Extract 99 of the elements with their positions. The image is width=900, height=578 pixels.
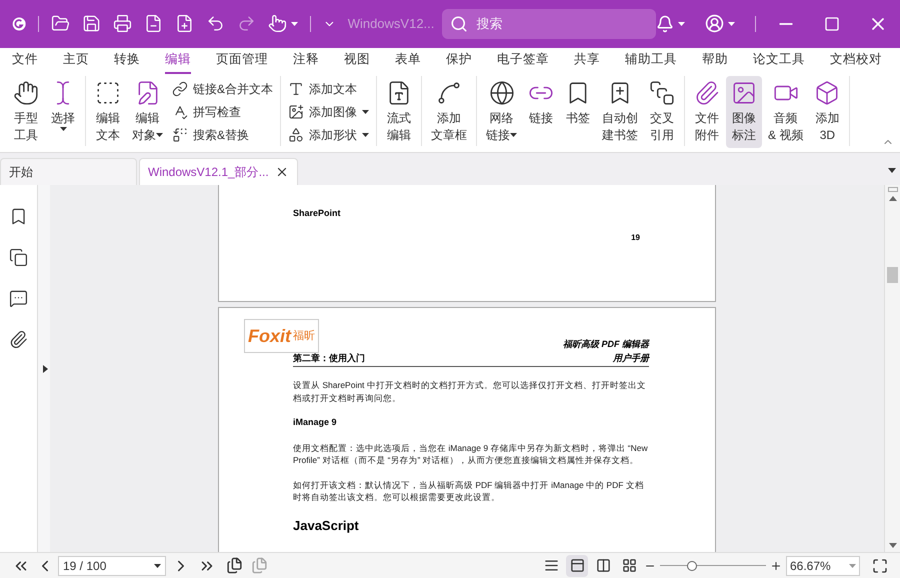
text-box-icon	[95, 80, 121, 106]
view-mode-button[interactable]	[566, 554, 588, 577]
shapes-icon	[288, 126, 304, 143]
menu-tab[interactable]: 辅助工具	[625, 48, 677, 74]
document-tab[interactable]: 开始	[0, 158, 137, 186]
single-page-icon	[544, 558, 558, 574]
ribbon-small-button[interactable]: 添加文本	[287, 78, 370, 100]
cube-icon	[814, 80, 840, 106]
header-subtitle: 用户手册	[613, 352, 649, 365]
menu-tab[interactable]: 视图	[344, 48, 370, 74]
menu-tab[interactable]: 转换	[114, 48, 140, 74]
ribbon-small-button[interactable]: 添加图像	[287, 100, 370, 123]
menu-tab[interactable]: 电子签章	[497, 48, 549, 74]
search-icon	[450, 14, 468, 33]
ribbon-button[interactable]: 流式 编辑	[381, 76, 418, 148]
pages-icon[interactable]	[9, 248, 28, 268]
hand-icon	[13, 80, 39, 106]
ribbon-button[interactable]: 网络 链接	[481, 76, 522, 148]
ribbon-button[interactable]: 手型 工具	[8, 76, 44, 148]
ribbon-small-button[interactable]: 拼写检查	[171, 100, 274, 123]
document-title: WindowsV12...	[348, 15, 434, 34]
globe-icon	[488, 80, 515, 106]
tab-list-caret-icon[interactable]	[888, 168, 896, 174]
ribbon-button[interactable]: 文件 附件	[689, 76, 726, 148]
undo-icon[interactable]	[206, 14, 226, 34]
previous-view-icon[interactable]	[226, 557, 243, 574]
image-plus-icon	[288, 104, 304, 120]
replace-icon	[172, 126, 188, 143]
ribbon-small-button[interactable]: 链接&合并文本	[171, 78, 274, 100]
menu-tab[interactable]: 页面管理	[216, 48, 268, 74]
scrollbar-thumb[interactable]	[887, 267, 898, 284]
notification-button[interactable]	[656, 14, 686, 33]
ribbon-button[interactable]: 自动创 建书签	[597, 76, 644, 148]
folder-icon[interactable]	[51, 14, 70, 34]
ribbon-button[interactable]: 编辑 文本	[90, 76, 126, 148]
scroll-down-icon[interactable]	[888, 543, 896, 548]
menu-tab[interactable]: 注释	[293, 48, 319, 74]
paperclip-icon	[694, 80, 720, 106]
section-heading: SharePoint	[293, 207, 341, 220]
print-icon[interactable]	[113, 14, 132, 34]
caret-icon	[678, 22, 686, 26]
page-number-field[interactable]: 19 / 100	[58, 556, 166, 576]
section-heading: JavaScript	[293, 516, 360, 535]
file-icon[interactable]	[144, 14, 164, 34]
paperclip-icon[interactable]	[9, 330, 28, 350]
ribbon-button[interactable]: 添加 文章框	[426, 76, 472, 148]
ribbon-small-button[interactable]: 添加形状	[287, 124, 370, 146]
full-screen-icon[interactable]	[872, 558, 888, 574]
caret-icon	[849, 564, 856, 568]
section-heading: iManage 9	[293, 416, 338, 430]
caret-icon	[154, 564, 161, 568]
ribbon-button[interactable]: 链接	[523, 76, 560, 148]
zoom-in-icon[interactable]	[770, 560, 782, 572]
zoom-slider[interactable]	[660, 560, 766, 572]
save-icon[interactable]	[82, 14, 102, 34]
hand-tool-button[interactable]	[268, 14, 298, 34]
menu-tab[interactable]: 保护	[446, 48, 472, 74]
two-page-icon	[596, 558, 610, 574]
ribbon-button[interactable]: 编辑 对象	[127, 76, 168, 148]
menu-tab[interactable]: 主页	[63, 48, 89, 74]
ribbon-button[interactable]: 书签	[560, 76, 596, 148]
continuous-page-icon	[570, 558, 584, 574]
page-number: 19	[631, 232, 640, 244]
ribbon-button[interactable]: 选择	[45, 76, 81, 148]
link-icon	[172, 80, 188, 97]
expand-panel-icon[interactable]	[43, 365, 48, 374]
two-page-continuous-icon	[622, 558, 636, 574]
menu-tab[interactable]: 表单	[395, 48, 421, 74]
paragraph: 设置从 SharePoint 中打开文档时的文档打开方式。您可以选择仅打开文档、打开时签出文档或打开文档时再询问您。	[293, 379, 647, 404]
text-icon	[288, 80, 304, 97]
account-button[interactable]	[705, 14, 736, 34]
ribbon-button[interactable]: 交叉 引用	[644, 76, 680, 148]
vertical-scrollbar[interactable]	[884, 185, 900, 552]
new-file-icon[interactable]	[175, 14, 194, 34]
menu-tab[interactable]: 共享	[574, 48, 600, 74]
scroll-up-icon[interactable]	[888, 196, 896, 202]
ribbon-button[interactable]: 图像 标注	[726, 76, 762, 148]
stacked-squares-icon	[649, 80, 676, 106]
caret-icon	[728, 22, 736, 26]
ribbon-button[interactable]: 添加 3D	[809, 76, 846, 148]
paragraph: 使用文档配置：选中此选项后，当您在 iManage 9 存储库中另存为新文档时，将弹出 “New Profile” 对话框（而不是 “另存为” 对话框），从而方便您直接编辑文档属性并保存文档。	[293, 442, 649, 467]
menu-tab[interactable]: 文件	[12, 48, 38, 74]
menu-tab[interactable]: 论文工具	[753, 48, 805, 74]
menu-tab[interactable]: 编辑	[165, 48, 191, 74]
comment-icon[interactable]	[9, 289, 28, 308]
curve-icon	[436, 80, 462, 106]
document-tab[interactable]: WindowsV12.1_部分...	[139, 158, 298, 186]
header-title: 福昕高级 PDF 编辑器	[562, 338, 649, 352]
ribbon-small-button[interactable]: 搜索&替换	[171, 124, 274, 146]
menu-tab[interactable]: 文档校对	[830, 48, 882, 74]
search-field[interactable]: 搜索	[442, 8, 656, 39]
paragraph: 如何打开该文档：默认情况下，当从福昕高级 PDF 编辑器中打开 iManage 中的 PDF 文档时将自动签出该文档。您可以根据需要更改此设置。	[293, 478, 645, 504]
caret-icon	[291, 22, 298, 26]
ribbon-button[interactable]: 音频 & 视频	[763, 76, 808, 148]
zoom-field[interactable]: 66.67%	[786, 556, 860, 576]
image-icon	[731, 80, 758, 106]
chapter-title: 第二章：使用入门	[293, 352, 365, 365]
menu-tab[interactable]: 帮助	[702, 48, 728, 74]
maximize-icon[interactable]	[824, 16, 840, 32]
